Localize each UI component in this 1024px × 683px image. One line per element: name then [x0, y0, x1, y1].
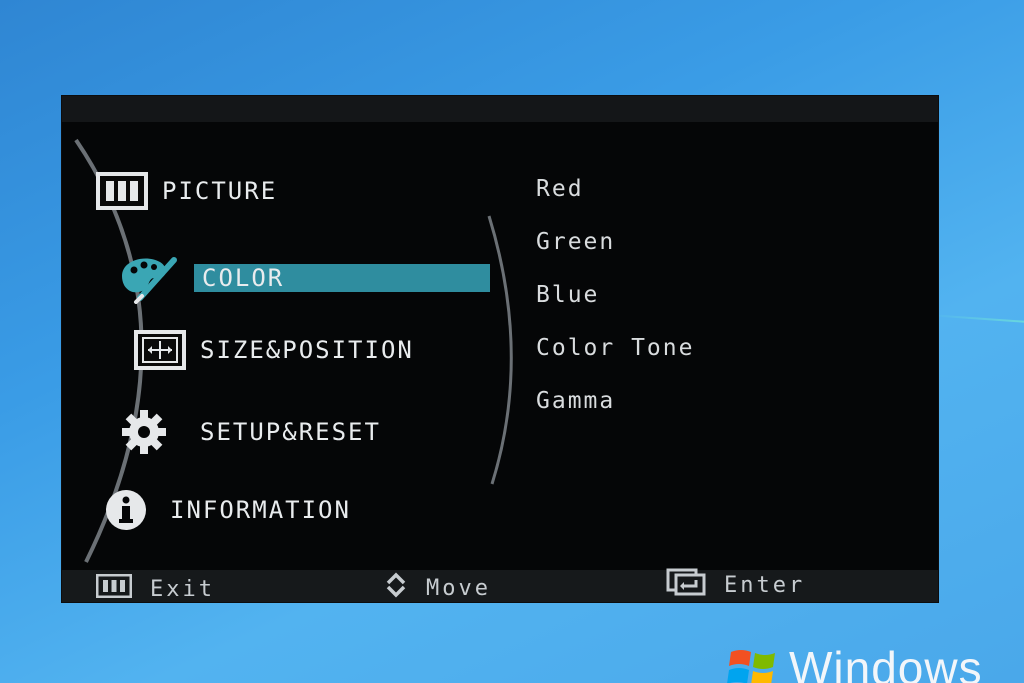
screen-glare — [930, 314, 1024, 324]
menu-item-picture[interactable]: PICTURE — [96, 172, 277, 210]
enter-icon — [666, 568, 706, 602]
footer-enter-label: Enter — [724, 572, 806, 598]
windows-logo: Windows — [727, 642, 983, 683]
osd-menu-panel: PICTURE COLOR SIZE&POSITION SETUP&RESET … — [62, 96, 938, 602]
menu-label-information: INFORMATION — [170, 496, 351, 524]
gear-icon — [120, 408, 168, 456]
footer-enter[interactable]: Enter — [666, 568, 805, 602]
menu-label-size-position: SIZE&POSITION — [200, 336, 414, 364]
footer-move[interactable]: Move — [384, 572, 491, 604]
submenu-item-color-tone[interactable]: Color Tone — [536, 333, 694, 386]
submenu-item-blue[interactable]: Blue — [536, 280, 694, 333]
windows-flag-icon — [727, 646, 779, 683]
menu-highlight-color: COLOR — [194, 264, 490, 292]
menu-item-color[interactable]: COLOR — [118, 252, 490, 304]
menu-item-setup-reset[interactable]: SETUP&RESET — [120, 408, 381, 456]
size-position-icon — [134, 330, 186, 370]
picture-icon — [96, 172, 148, 210]
windows-wordmark: Windows — [789, 642, 983, 683]
menu-item-size-position[interactable]: SIZE&POSITION — [134, 330, 414, 370]
menu-label-picture: PICTURE — [162, 177, 278, 205]
footer-exit-label: Exit — [150, 576, 215, 602]
osd-footer-bar: Exit Move Enter — [62, 568, 938, 604]
palette-icon — [118, 252, 180, 304]
color-submenu: Red Green Blue Color Tone Gamma — [536, 174, 694, 439]
menu-label-color: COLOR — [202, 264, 285, 292]
menu-label-setup-reset: SETUP&RESET — [200, 418, 381, 446]
exit-icon — [95, 573, 133, 604]
info-icon — [104, 488, 148, 532]
submenu-item-red[interactable]: Red — [536, 174, 694, 227]
footer-exit[interactable]: Exit — [95, 573, 215, 604]
up-down-arrows-icon — [384, 572, 408, 604]
submenu-item-green[interactable]: Green — [536, 227, 694, 280]
footer-move-label: Move — [426, 575, 491, 601]
submenu-item-gamma[interactable]: Gamma — [536, 386, 694, 439]
menu-item-information[interactable]: INFORMATION — [104, 488, 351, 532]
